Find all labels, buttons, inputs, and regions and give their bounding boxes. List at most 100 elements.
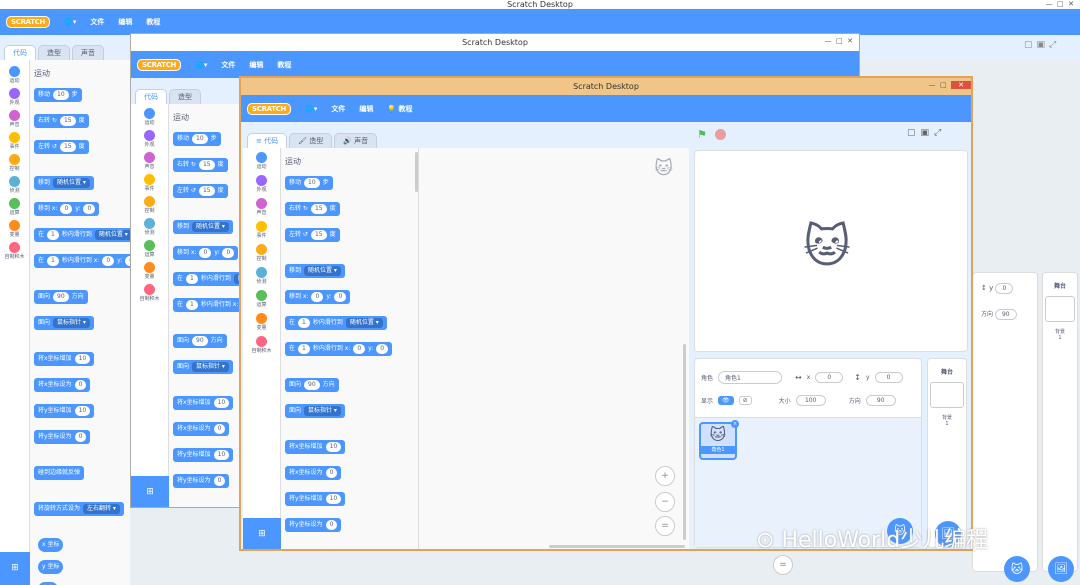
x-position-reporter[interactable]: x 坐标 [38, 538, 64, 552]
set-y-block[interactable]: 将y坐标设为 0 [173, 474, 230, 488]
globe-icon[interactable]: 🌐▾ [64, 18, 76, 26]
change-y-block[interactable]: 将y坐标增加 10 [34, 404, 95, 418]
back-window-controls[interactable]: — □ ✕ [1046, 0, 1074, 9]
category-6[interactable]: 运算 [0, 198, 29, 216]
category-3[interactable]: 事件 [0, 132, 29, 150]
middle-window-controls[interactable]: — □ ✕ [825, 34, 853, 48]
tab-code[interactable]: ≡ 代码 [247, 133, 288, 148]
set-y-block[interactable]: 将y坐标设为 0 [34, 430, 91, 444]
point-direction-block[interactable]: 面向 90 方向 [173, 334, 227, 348]
zoom-reset-button[interactable]: = [655, 516, 675, 536]
green-flag-icon[interactable]: ⚑ [697, 128, 707, 141]
goto-block[interactable]: 移到 随机位置 ▾ [34, 176, 94, 190]
category-4[interactable]: 控制 [0, 154, 29, 172]
y-input[interactable]: 0 [874, 372, 903, 383]
goto-xy-block[interactable]: 移到 x: 0 y: 0 [173, 246, 239, 260]
move-block[interactable]: 移动 10 步 [285, 176, 333, 190]
goto-xy-block[interactable]: 移到 x: 0 y: 0 [285, 290, 351, 304]
show-visible-button[interactable]: 👁 [718, 396, 734, 405]
tab-costumes[interactable]: 造型 [38, 45, 70, 60]
zoom-in-button[interactable]: + [655, 466, 675, 486]
scratch-logo[interactable]: SCRATCH [6, 16, 51, 28]
menu-tutorials[interactable]: 教程 [146, 17, 160, 27]
category-8[interactable]: 自制积木 [0, 242, 29, 260]
category-2[interactable]: 声音 [0, 110, 29, 128]
category-6[interactable]: 运算 [131, 240, 168, 258]
change-x-block[interactable]: 将x坐标增加 10 [173, 396, 234, 410]
point-direction-block[interactable]: 面向 90 方向 [34, 290, 88, 304]
point-direction-block[interactable]: 面向 90 方向 [285, 378, 339, 392]
layout-buttons[interactable]: ▢▣⤢ [1024, 40, 1060, 50]
y-position-reporter[interactable]: y 坐标 [38, 560, 64, 574]
menu-edit[interactable]: 编辑 [118, 17, 132, 27]
turn-right-block[interactable]: 右转 ↻ 15 度 [173, 158, 228, 172]
delete-sprite-icon[interactable]: × [731, 420, 739, 428]
category-5[interactable]: 侦测 [0, 176, 29, 194]
category-2[interactable]: 声音 [131, 152, 168, 170]
back-add-sprite-button[interactable]: 🐱 [1004, 556, 1030, 582]
point-towards-block[interactable]: 面向 鼠标指针 ▾ [173, 360, 233, 374]
code-vscrollbar[interactable] [683, 344, 686, 540]
category-4[interactable]: 控制 [243, 244, 280, 262]
globe-icon[interactable]: 🌐▾ [305, 105, 317, 113]
tab-sounds[interactable]: 🔊 声音 [334, 133, 378, 148]
category-1[interactable]: 外观 [131, 130, 168, 148]
category-1[interactable]: 外观 [243, 175, 280, 193]
glide-block[interactable]: 在 1 秒内滑行到 随机位置 ▾ [285, 316, 387, 330]
turn-left-block[interactable]: 左转 ↺ 15 度 [34, 140, 89, 154]
turn-right-block[interactable]: 右转 ↻ 15 度 [285, 202, 340, 216]
turn-right-block[interactable]: 右转 ↻ 15 度 [34, 114, 89, 128]
category-0[interactable]: 运动 [131, 108, 168, 126]
category-2[interactable]: 声音 [243, 198, 280, 216]
category-0[interactable]: 运动 [0, 66, 29, 84]
goto-block[interactable]: 移到 随机位置 ▾ [285, 264, 345, 278]
change-y-block[interactable]: 将y坐标增加 10 [173, 448, 234, 462]
move-block[interactable]: 移动 10 步 [34, 88, 82, 102]
move-block[interactable]: 移动 10 步 [173, 132, 221, 146]
category-3[interactable]: 事件 [243, 221, 280, 239]
show-hidden-button[interactable]: ⊘ [738, 396, 752, 405]
x-input[interactable]: 0 [815, 372, 844, 383]
stop-icon[interactable] [715, 129, 726, 140]
category-3[interactable]: 事件 [131, 174, 168, 192]
category-0[interactable]: 运动 [243, 152, 280, 170]
point-towards-block[interactable]: 面向 鼠标指针 ▾ [34, 316, 94, 330]
category-7[interactable]: 变量 [131, 262, 168, 280]
glide-block[interactable]: 在 1 秒内滑行到 随机位置 ▾ [34, 228, 136, 242]
rotation-style-block[interactable]: 将旋转方式设为 左右翻转 ▾ [34, 502, 124, 516]
palette-scrollbar[interactable] [415, 152, 418, 192]
change-x-block[interactable]: 将x坐标增加 10 [34, 352, 95, 366]
stage-thumb[interactable] [930, 382, 964, 408]
category-7[interactable]: 变量 [0, 220, 29, 238]
tab-code[interactable]: 代码 [4, 45, 36, 60]
bounce-block[interactable]: 碰到边缘就反弹 [34, 466, 85, 480]
direction-input[interactable]: 90 [865, 395, 896, 406]
category-4[interactable]: 控制 [131, 196, 168, 214]
change-x-block[interactable]: 将x坐标增加 10 [285, 440, 346, 454]
code-area[interactable]: 🐱 + − = [419, 148, 689, 549]
turn-left-block[interactable]: 左转 ↺ 15 度 [173, 184, 228, 198]
tab-costumes[interactable]: 🖌 造型 [289, 133, 333, 148]
glide-xy-block[interactable]: 在 1 秒内滑行到 x: 0 y: 0 [34, 254, 142, 268]
category-7[interactable]: 变量 [243, 313, 280, 331]
sprite-thumb[interactable]: 🐱 角色1 [699, 422, 737, 460]
front-window-controls[interactable]: — □ ✕ [929, 78, 971, 92]
back-add-extension-button[interactable]: ⊞ [0, 552, 30, 585]
goto-block[interactable]: 移到 随机位置 ▾ [173, 220, 233, 234]
front-layout-buttons[interactable]: ▢▣⤢ [907, 128, 946, 138]
set-x-block[interactable]: 将x坐标设为 0 [34, 378, 91, 392]
zoom-out-button[interactable]: − [655, 492, 675, 512]
size-input[interactable]: 100 [795, 395, 826, 406]
category-5[interactable]: 侦测 [131, 218, 168, 236]
globe-icon[interactable]: 🌐▾ [195, 61, 207, 69]
menu-file[interactable]: 文件 [90, 17, 104, 27]
category-6[interactable]: 运算 [243, 290, 280, 308]
set-x-block[interactable]: 将x坐标设为 0 [285, 466, 342, 480]
category-1[interactable]: 外观 [0, 88, 29, 106]
middle-add-extension-button[interactable]: ⊞ [131, 476, 169, 507]
code-hscrollbar[interactable] [549, 545, 685, 548]
back-zoom-reset-button[interactable]: = [773, 555, 793, 575]
category-8[interactable]: 自制积木 [131, 284, 168, 302]
change-y-block[interactable]: 将y坐标增加 10 [285, 492, 346, 506]
tab-sounds[interactable]: 声音 [72, 45, 104, 60]
